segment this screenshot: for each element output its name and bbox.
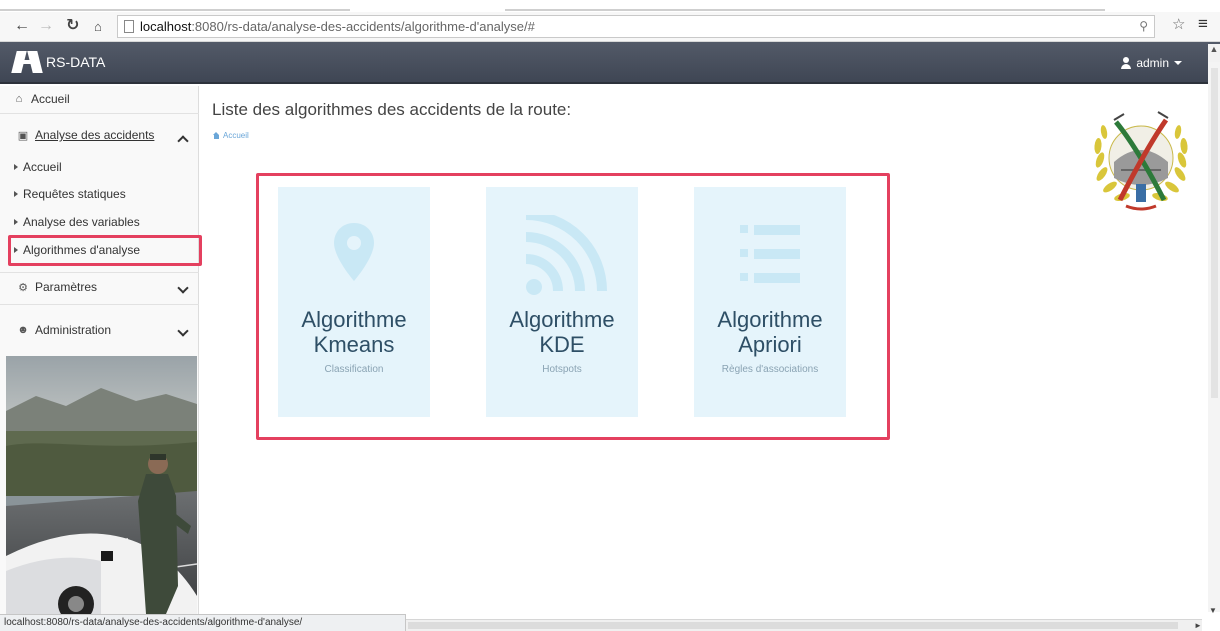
card-title-line2: Apriori <box>738 332 802 357</box>
card-kde[interactable]: Algorithme KDE Hotspots <box>486 187 638 417</box>
sub-item-accueil[interactable]: Accueil <box>0 159 199 175</box>
sidebar-item-accueil[interactable]: ⌂ Accueil <box>0 86 199 112</box>
breadcrumb[interactable]: Accueil <box>213 131 249 140</box>
sidebar-item-analyse-des-accidents[interactable]: ▣ Analyse des accidents <box>0 124 199 147</box>
card-title-line1: Algorithme <box>509 307 615 332</box>
road-icon: ▣ <box>17 129 29 142</box>
divider <box>0 272 199 273</box>
address-bar[interactable]: localhost:8080/rs-data/analyse-des-accid… <box>117 15 1155 38</box>
map-marker-icon <box>334 223 374 281</box>
sub-item-label: Accueil <box>23 160 62 174</box>
tab-strip <box>0 0 1220 12</box>
card-apriori[interactable]: Algorithme Apriori Règles d'associations <box>694 187 846 417</box>
chevron-down-icon <box>177 282 189 294</box>
caret-right-icon <box>14 190 18 197</box>
home-icon: ⌂ <box>15 93 23 105</box>
card-subtitle: Hotspots <box>542 364 582 375</box>
brand-name: RS-DATA <box>46 54 106 70</box>
tab-edge-right <box>505 9 1105 11</box>
caret-right-icon <box>14 163 18 170</box>
chevron-down-icon <box>177 325 189 337</box>
sidebar-item-administration[interactable]: ☻ Administration <box>0 319 199 341</box>
card-subtitle: Règles d'associations <box>721 364 819 375</box>
card-kmeans[interactable]: Algorithme Kmeans Classification <box>278 187 430 417</box>
home-icon <box>213 132 220 139</box>
scrollbar-thumb[interactable] <box>408 622 1178 629</box>
sub-item-analyse-des-variables[interactable]: Analyse des variables <box>0 214 199 230</box>
page-title: Liste des algorithmes des accidents de l… <box>212 100 572 119</box>
hamburger-menu-icon[interactable]: ≡ <box>1198 14 1208 34</box>
cogs-icon: ⚙ <box>18 281 28 294</box>
road-police-photo <box>6 356 197 614</box>
url-path: :8080/rs-data/analyse-des-accidents/algo… <box>191 19 535 34</box>
sub-item-requetes-statiques[interactable]: Requêtes statiques <box>0 186 199 202</box>
forward-arrow-icon[interactable]: → <box>38 16 54 36</box>
card-title: Algorithme KDE <box>486 307 638 357</box>
card-subtitle: Classification <box>324 364 384 375</box>
status-bar: localhost:8080/rs-data/analyse-des-accid… <box>0 614 406 631</box>
sidebar-item-label: Paramètres <box>35 280 98 294</box>
caret-down-icon <box>1174 61 1182 65</box>
tab-edge-left <box>0 9 350 11</box>
vertical-scrollbar[interactable] <box>1208 62 1220 612</box>
emblem-logo <box>1086 100 1196 218</box>
divider <box>0 112 199 114</box>
brand[interactable]: RS-DATA <box>11 48 106 76</box>
scroll-down-arrow[interactable]: ▼ <box>1209 606 1217 615</box>
scroll-right-arrow[interactable]: ► <box>1194 621 1202 630</box>
active-item-highlight <box>8 235 202 266</box>
reload-icon[interactable]: ↻ <box>66 16 79 36</box>
sidebar-item-label: Analyse des accidents <box>35 128 155 142</box>
card-title-line2: Kmeans <box>313 332 395 357</box>
star-icon[interactable]: ☆ <box>1172 15 1185 33</box>
card-title: Algorithme Apriori <box>694 307 846 357</box>
user-menu[interactable]: admin <box>1121 56 1182 70</box>
sidebar-photo <box>6 356 197 614</box>
url-host: localhost <box>140 19 192 34</box>
list-icon <box>740 225 800 283</box>
chevron-up-icon <box>177 135 189 147</box>
horizontal-scrollbar[interactable] <box>406 619 1202 631</box>
card-title-line1: Algorithme <box>301 307 407 332</box>
sub-item-label: Analyse des variables <box>23 215 140 229</box>
sidebar: ⌂ Accueil ▣ Analyse des accidents Accuei… <box>0 86 202 614</box>
breadcrumb-label: Accueil <box>223 131 249 140</box>
road-logo-icon <box>11 51 43 73</box>
browser-toolbar: ← → ↻ ⌂ localhost:8080/rs-data/analyse-d… <box>0 12 1220 42</box>
card-title-line1: Algorithme <box>717 307 823 332</box>
home-icon[interactable]: ⌂ <box>94 17 102 37</box>
rss-feed-icon <box>525 215 607 295</box>
sidebar-item-parametres[interactable]: ⚙ Paramètres <box>0 276 199 298</box>
sidebar-item-label: Accueil <box>31 92 70 106</box>
user-name: admin <box>1136 56 1169 70</box>
card-title-line2: KDE <box>539 332 585 357</box>
scroll-up-arrow[interactable]: ▲ <box>1208 44 1220 62</box>
back-arrow-icon[interactable]: ← <box>14 16 30 36</box>
users-icon: ☻ <box>17 324 29 336</box>
user-icon <box>1121 57 1132 69</box>
app-header: RS-DATA admin <box>0 42 1220 84</box>
card-title: Algorithme Kmeans <box>278 307 430 357</box>
divider <box>0 304 199 305</box>
scrollbar-thumb[interactable] <box>1211 68 1218 398</box>
sidebar-item-label: Administration <box>35 323 112 337</box>
page-icon <box>124 20 134 33</box>
caret-right-icon <box>14 218 18 225</box>
sub-item-label: Requêtes statiques <box>23 187 126 201</box>
zoom-icon[interactable]: ⚲ <box>1139 16 1148 37</box>
